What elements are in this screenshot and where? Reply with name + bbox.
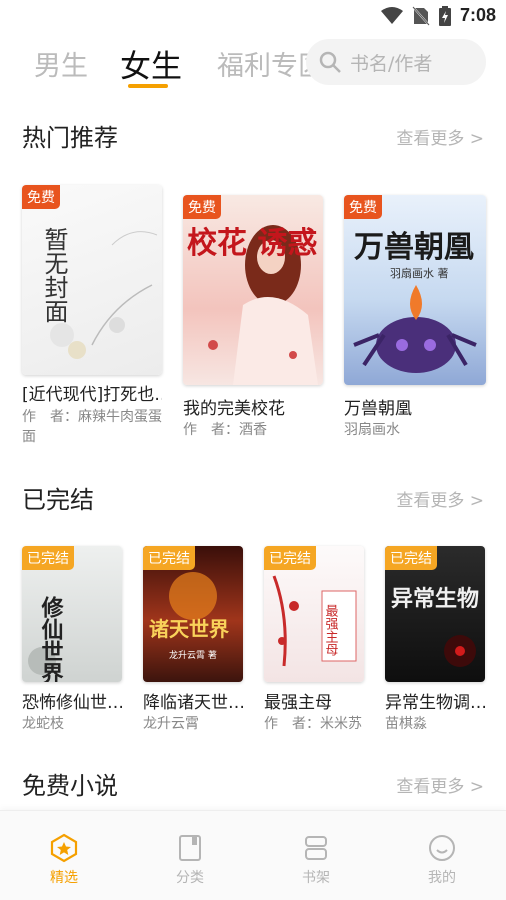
cover-title-text: 校花 诱惑 (187, 226, 317, 261)
book-author: 作 者：麻辣牛肉蛋蛋面 (22, 409, 162, 445)
completed-badge: 已完结 (143, 546, 195, 570)
book-author: 苗棋淼 (385, 716, 427, 732)
smile-face-icon (429, 835, 455, 861)
status-time: 7:08 (459, 5, 496, 25)
cover-title-text: 最强主母 (323, 604, 339, 656)
cover-art-girl: 校花 诱惑 (187, 225, 318, 385)
nav-bookshelf[interactable]: 书架 (276, 833, 356, 887)
free-badge: 免费 (183, 195, 221, 219)
cover-art-beast: 万兽朝凰 羽扇画水 著 (353, 230, 477, 373)
book-author: 羽扇画水 (344, 422, 400, 438)
book-author: 作 者：米米苏 (264, 716, 362, 732)
free-badge: 免费 (22, 185, 60, 209)
cover-title-text: 异常生物 (391, 586, 479, 612)
book-card[interactable]: 最强主母 已完结 最强主母 作 者：米米苏 (264, 546, 364, 736)
book-card[interactable]: 诸天世界 龙升云霄 著 已完结 降临诸天世… 龙升云霄 (143, 546, 243, 736)
book-cover: 最强主母 已完结 (264, 546, 364, 682)
book-cover: 暂无封面 免费 (22, 185, 162, 375)
nav-label: 分类 (176, 870, 204, 886)
star-badge-icon (50, 833, 78, 863)
completed-badge: 已完结 (264, 546, 316, 570)
wifi-icon (380, 6, 403, 24)
book-title: 降临诸天世… (143, 693, 243, 713)
free-badge: 免费 (344, 195, 382, 219)
book-card[interactable]: 暂无封面 免费 [近代现代]打死也… 作 者：麻辣牛肉蛋蛋面 (22, 185, 162, 450)
book-cover: 万兽朝凰 羽扇画水 著 免费 (344, 195, 486, 385)
book-card[interactable]: 校花 诱惑 免费 我的完美校花 作 者：酒香 (183, 195, 323, 445)
completed-badge: 已完结 (385, 546, 437, 570)
book-cover: 修仙世界 已完结 (22, 546, 122, 682)
book-title: 万兽朝凰 (344, 399, 412, 419)
book-icon (179, 835, 201, 861)
book-cover: 异常生物 已完结 (385, 546, 485, 682)
book-card[interactable]: 修仙世界 已完结 恐怖修仙世… 龙蛇枝 (22, 546, 122, 736)
cover-author-text: 羽扇画水 著 (390, 266, 449, 280)
cover-title-text: 修仙世界 (38, 595, 65, 682)
section-title-hot: 热门推荐 (22, 124, 118, 152)
shelf-icon (305, 836, 327, 860)
bottom-nav: 精选 分类 书架 我的 (0, 810, 506, 900)
book-author: 作 者：酒香 (183, 422, 267, 438)
battery-charging-icon (438, 5, 451, 26)
book-title: 异常生物调… (385, 693, 485, 713)
section-title-completed: 已完结 (22, 486, 94, 514)
tab-female[interactable]: 女生 (120, 41, 182, 86)
nav-label: 精选 (50, 870, 78, 886)
cover-title-text: 诸天世界 (149, 617, 229, 641)
cover-author-text: 龙升云霄 著 (169, 649, 217, 661)
book-card[interactable]: 异常生物 已完结 异常生物调… 苗棋淼 (385, 546, 485, 736)
active-tab-indicator (128, 84, 168, 88)
blank-cover-art: 暂无封面 (40, 227, 158, 359)
nav-label: 书架 (302, 870, 330, 886)
book-author: 龙升云霄 (143, 716, 199, 732)
search-placeholder: 书名/作者 (350, 52, 433, 75)
book-cover: 诸天世界 龙升云霄 著 已完结 (143, 546, 243, 682)
nav-profile[interactable]: 我的 (402, 833, 482, 887)
cover-title-text: 暂无封面 (40, 227, 68, 323)
tab-male[interactable]: 男生 (34, 44, 88, 83)
book-title: 恐怖修仙世… (22, 693, 122, 713)
search-input[interactable]: 书名/作者 (306, 39, 486, 85)
more-link-free[interactable]: 查看更多 > (396, 772, 484, 797)
book-title: 我的完美校花 (183, 399, 285, 419)
more-link-completed[interactable]: 查看更多 > (396, 486, 484, 511)
completed-badge: 已完结 (22, 546, 74, 570)
status-bar: 7:08 (0, 0, 506, 34)
section-title-free: 免费小说 (22, 772, 118, 800)
nav-category[interactable]: 分类 (150, 833, 230, 887)
book-card[interactable]: 万兽朝凰 羽扇画水 著 免费 万兽朝凰 羽扇画水 (344, 195, 486, 445)
nav-label: 我的 (428, 870, 456, 886)
no-sim-icon (412, 5, 430, 26)
cover-title-text: 万兽朝凰 (354, 230, 474, 265)
nav-featured[interactable]: 精选 (24, 833, 104, 887)
search-icon (319, 51, 341, 73)
book-title: [近代现代]打死也… (22, 385, 162, 405)
book-author: 龙蛇枝 (22, 716, 64, 732)
more-link-hot[interactable]: 查看更多 > (396, 124, 484, 149)
book-title: 最强主母 (264, 693, 332, 713)
book-cover: 校花 诱惑 免费 (183, 195, 323, 385)
